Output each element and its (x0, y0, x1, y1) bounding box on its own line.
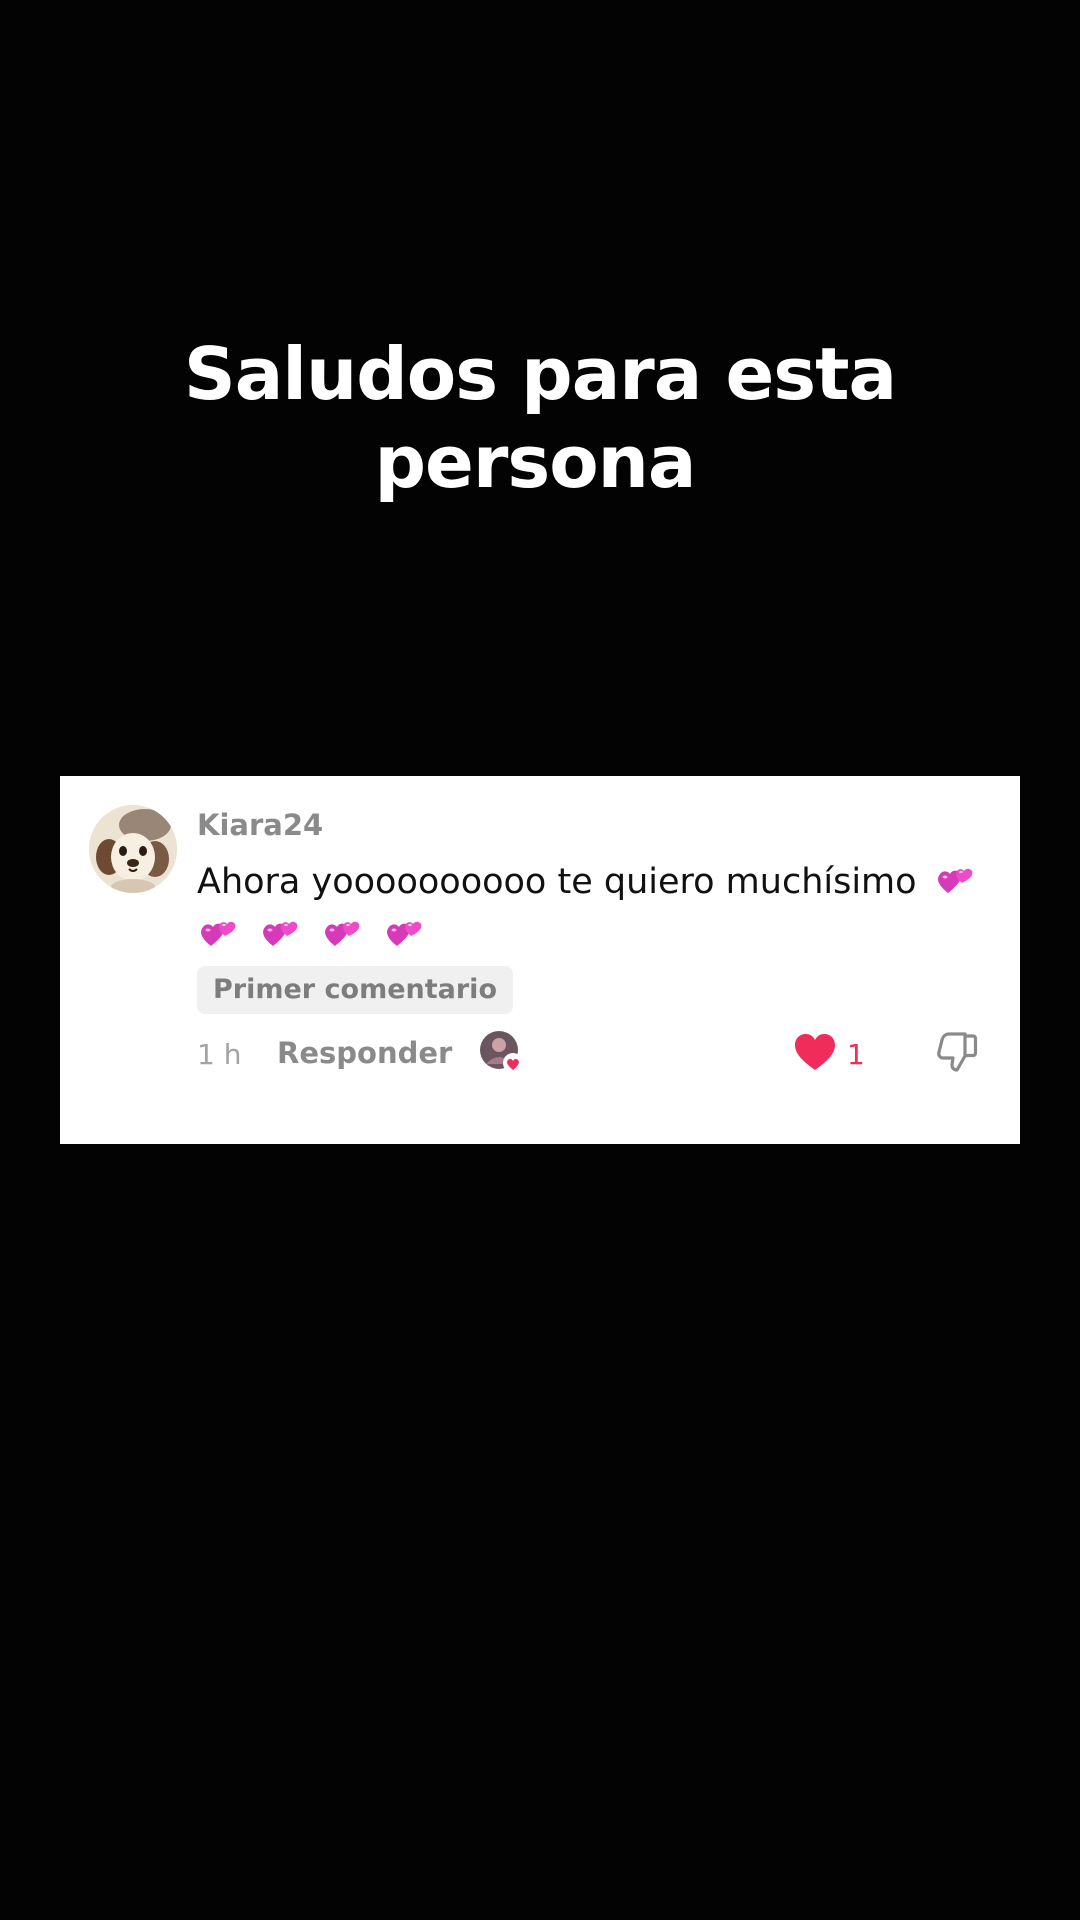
revolving-hearts-icon (934, 859, 976, 899)
caption-line: Saludos para esta (183, 332, 897, 416)
dog-avatar-icon (89, 805, 177, 893)
comment-timestamp: 1 h (197, 1038, 242, 1071)
comment-username[interactable]: Kiara24 (197, 808, 323, 842)
dislike-button[interactable] (935, 1030, 979, 1074)
comment-card: Kiara24 Ahora yoooooooooo te quiero much… (60, 776, 1020, 1144)
video-screen: Saludos para esta persona Kiara24 Ahora … (0, 0, 1080, 1920)
revolving-hearts-icon (197, 912, 239, 952)
comment-actions: 1 h Responder 1 (197, 1030, 997, 1078)
user-avatar[interactable] (89, 805, 177, 893)
creator-liked-avatar (479, 1030, 525, 1076)
creator-avatar-icon (480, 1031, 523, 1073)
revolving-hearts-icon (321, 912, 363, 952)
comment-text: Ahora yoooooooooo te quiero muchísimo (197, 862, 917, 902)
like-count: 1 (847, 1038, 865, 1071)
revolving-hearts-icon (383, 912, 425, 952)
first-comment-badge: Primer comentario (197, 966, 513, 1014)
heart-filled-icon (795, 1034, 835, 1070)
caption-line: persona (374, 420, 696, 504)
revolving-hearts-icon (259, 912, 301, 952)
reply-button[interactable]: Responder (277, 1036, 452, 1070)
thumbs-down-icon (937, 1032, 978, 1072)
video-caption: Saludos para esta persona (0, 330, 1080, 506)
comment-body: Ahora yoooooooooo te quiero muchísimo (197, 856, 997, 962)
